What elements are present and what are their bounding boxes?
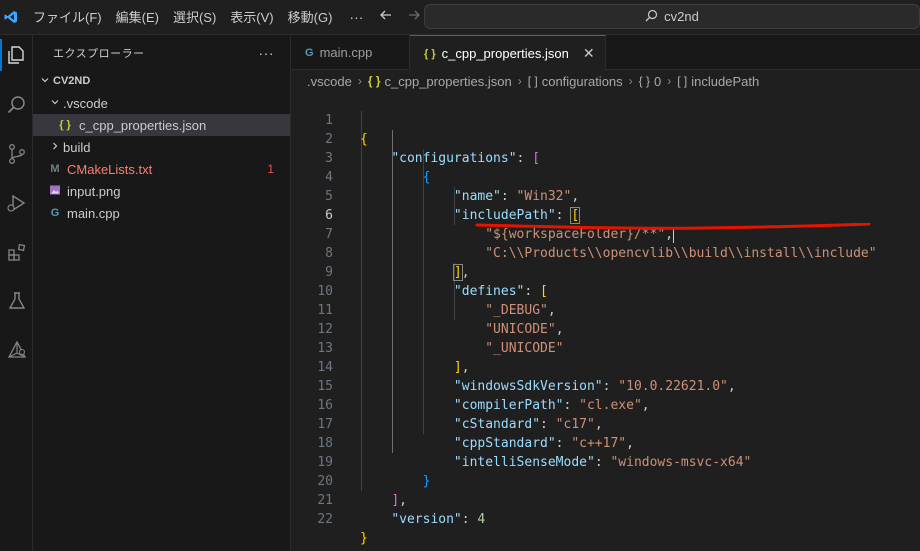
explorer-icon[interactable]	[0, 35, 33, 75]
folder-build[interactable]: build	[33, 136, 290, 158]
close-icon[interactable]: ✕	[583, 45, 595, 62]
search-view-icon[interactable]	[0, 85, 33, 125]
navigation-arrows	[377, 8, 423, 27]
folder-vscode-label: .vscode	[63, 95, 108, 111]
code-line: 12 "_UNICODE"	[291, 301, 920, 356]
cpp-file-icon: G	[50, 207, 60, 219]
file-cmakelists[interactable]: M CMakeLists.txt 1	[33, 158, 290, 180]
file-c-cpp-properties[interactable]: { } c_cpp_properties.json	[33, 114, 290, 136]
json-file-icon: { }	[367, 74, 381, 88]
tab-main-cpp[interactable]: G main.cpp	[291, 35, 410, 70]
back-arrow-icon[interactable]	[377, 8, 395, 27]
code-line: 18 "intelliSenseMode": "windows-msvc-x64…	[291, 415, 920, 470]
code-editor[interactable]: 1 { 2 "configurations": [ 3 { 4 "name": …	[291, 92, 920, 551]
json-file-icon: { }	[424, 47, 436, 60]
explorer-title: エクスプローラー	[53, 47, 145, 60]
search-icon	[645, 9, 658, 25]
problem-count-badge: 1	[267, 162, 274, 176]
code-line: 1 {	[291, 92, 920, 147]
breadcrumb-file[interactable]: c_cpp_properties.json	[385, 74, 512, 89]
code-line: 16 "cStandard": "c17",	[291, 377, 920, 432]
tab-c-cpp-properties-label: c_cpp_properties.json	[441, 46, 569, 61]
code-line: 5 "includePath": [	[291, 168, 920, 224]
code-line: 4 "name": "Win32",	[291, 149, 920, 204]
workspace-root-label: CV2ND	[53, 75, 91, 87]
testing-flask-icon[interactable]	[0, 281, 33, 321]
breadcrumb-configurations[interactable]: configurations	[542, 74, 623, 89]
explorer-header: エクスプローラー ···	[33, 35, 290, 70]
folder-vscode[interactable]: .vscode	[33, 92, 290, 114]
file-c-cpp-properties-label: c_cpp_properties.json	[79, 117, 207, 133]
code-line: 13 ],	[291, 320, 920, 375]
code-line: 11 "UNICODE",	[291, 282, 920, 337]
code-line: 6 "${workspaceFolder}/**",	[291, 187, 920, 243]
extensions-icon[interactable]	[0, 232, 33, 272]
menu-edit[interactable]: 編集(E)	[109, 0, 166, 35]
code-line: 10 "_DEBUG",	[291, 263, 920, 318]
command-center-search[interactable]: cv2nd	[424, 4, 920, 29]
code-line: 20 ],	[291, 453, 920, 508]
cpp-file-icon: G	[305, 46, 314, 59]
json-number: 4	[477, 512, 486, 527]
code-line: 19 }	[291, 434, 920, 489]
title-bar: ファイル(F) 編集(E) 選択(S) 表示(V) 移動(G) ··· cv2n…	[0, 0, 920, 35]
file-input-png[interactable]: input.png	[33, 180, 290, 202]
object-icon: { }	[638, 74, 651, 88]
workspace-root[interactable]: CV2ND	[33, 70, 290, 92]
breadcrumb-folder[interactable]: .vscode	[307, 74, 352, 89]
tab-main-cpp-label: main.cpp	[319, 45, 373, 60]
explorer-sidebar: エクスプローラー ··· CV2ND .vscode { } c_cpp_pro…	[33, 35, 291, 551]
breadcrumb-separator: ›	[667, 74, 672, 88]
run-debug-icon[interactable]	[0, 183, 33, 223]
code-line: 14 "windowsSdkVersion": "10.0.22621.0",	[291, 339, 920, 394]
chevron-down-icon	[47, 97, 63, 110]
forward-arrow-icon[interactable]	[405, 8, 423, 27]
breadcrumb-index[interactable]: 0	[654, 74, 661, 89]
code-line: 22 }	[291, 491, 920, 546]
file-cmakelists-label: CMakeLists.txt	[67, 161, 153, 177]
folder-build-label: build	[63, 139, 91, 155]
source-control-icon[interactable]	[0, 134, 33, 174]
breadcrumb-includepath[interactable]: includePath	[691, 74, 759, 89]
red-underline-annotation	[475, 223, 871, 230]
chevron-down-icon	[37, 75, 53, 88]
json-file-icon: { }	[59, 119, 71, 131]
menu-go[interactable]: 移動(G)	[281, 0, 340, 35]
cmake-file-icon: M	[50, 163, 60, 175]
code-line: 2 "configurations": [	[291, 111, 920, 166]
breadcrumb-separator: ›	[357, 74, 362, 88]
code-token: }	[360, 531, 368, 546]
file-main-cpp-label: main.cpp	[67, 205, 120, 221]
menu-more-button[interactable]: ···	[339, 9, 373, 25]
line-number: 22	[317, 512, 333, 527]
code-line: 3 {	[291, 130, 920, 185]
tab-c-cpp-properties[interactable]: { } c_cpp_properties.json ✕	[410, 35, 606, 71]
code-line: 9 "defines": [	[291, 244, 920, 299]
menu-bar: ファイル(F) 編集(E) 選択(S) 表示(V) 移動(G) ···	[26, 0, 373, 35]
array-icon: [ ]	[677, 74, 688, 88]
json-key: "version"	[391, 512, 462, 527]
file-main-cpp[interactable]: G main.cpp	[33, 202, 290, 224]
activity-bar	[0, 35, 33, 551]
vscode-logo-icon[interactable]	[0, 6, 22, 28]
chevron-right-icon	[47, 141, 63, 154]
code-line: 15 "compilerPath": "cl.exe",	[291, 358, 920, 413]
search-text: cv2nd	[664, 9, 699, 24]
file-input-png-label: input.png	[67, 183, 121, 199]
menu-selection[interactable]: 選択(S)	[166, 0, 223, 35]
cmake-icon[interactable]	[0, 330, 33, 370]
code-line: 17 "cppStandard": "c++17",	[291, 396, 920, 451]
code-token: :	[461, 512, 478, 527]
breadcrumb-separator: ›	[628, 74, 633, 88]
image-file-icon	[47, 184, 63, 199]
code-line: 21 "version": 4	[291, 472, 920, 527]
menu-file[interactable]: ファイル(F)	[26, 0, 109, 35]
breadcrumb-separator: ›	[517, 74, 522, 88]
explorer-more-button[interactable]: ···	[259, 45, 275, 61]
breadcrumb: .vscode › { } c_cpp_properties.json › [ …	[291, 70, 920, 92]
editor-tabs: G main.cpp { } c_cpp_properties.json ✕	[291, 35, 920, 71]
menu-view[interactable]: 表示(V)	[223, 0, 280, 35]
array-icon: [ ]	[527, 74, 538, 88]
